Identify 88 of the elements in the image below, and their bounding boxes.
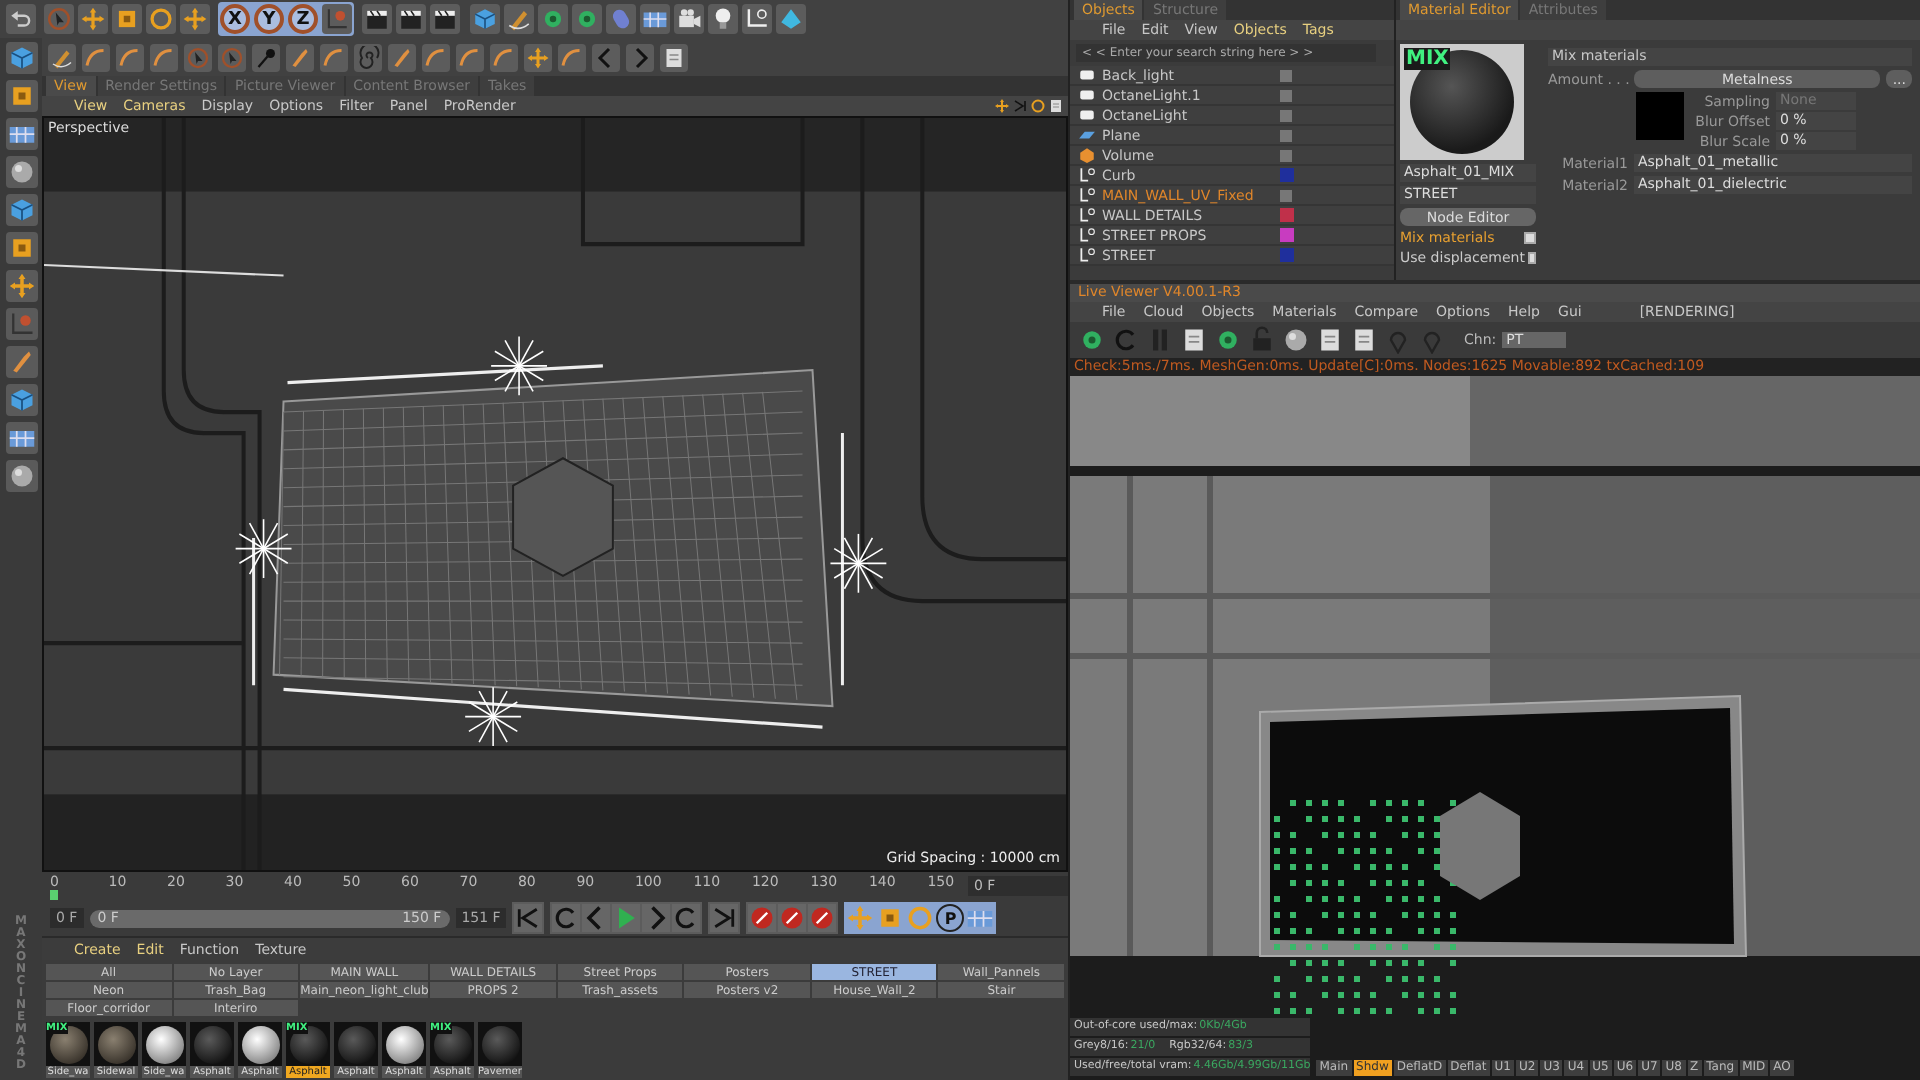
curve-icon[interactable] [150, 43, 178, 71]
material-thumbnail[interactable] [94, 1022, 138, 1066]
channel-checkbox[interactable] [1524, 232, 1536, 244]
gear-icon[interactable] [1214, 326, 1242, 354]
axes-icon[interactable] [5, 308, 37, 340]
brush-icon[interactable] [252, 43, 280, 71]
axis-lock-button[interactable]: Y [254, 4, 284, 34]
material-thumbnail[interactable] [478, 1022, 522, 1066]
cursor-icon[interactable] [184, 43, 212, 71]
scale-icon[interactable] [5, 80, 37, 112]
axis-lock-button[interactable]: Z [288, 4, 318, 34]
knife-icon[interactable] [388, 43, 416, 71]
gear-icon[interactable] [538, 4, 568, 34]
cursor-icon[interactable] [44, 4, 74, 34]
skip-end-icon[interactable] [710, 904, 739, 932]
loop-icon[interactable] [672, 904, 701, 932]
move-icon[interactable] [994, 98, 1010, 114]
move-icon[interactable] [78, 4, 108, 34]
null-icon[interactable] [1078, 206, 1096, 224]
curve-icon[interactable] [456, 43, 484, 71]
chev-l-icon[interactable] [592, 43, 620, 71]
material-preview: MIX [1400, 44, 1524, 160]
camera-icon[interactable] [674, 4, 704, 34]
curve-icon[interactable] [320, 43, 348, 71]
skip-start-icon[interactable] [514, 904, 543, 932]
axes-icon[interactable] [322, 4, 352, 34]
null-icon[interactable] [1078, 186, 1096, 204]
floor-icon[interactable] [742, 4, 772, 34]
bulb-icon[interactable] [708, 4, 738, 34]
grid-icon[interactable] [5, 118, 37, 150]
grid-icon[interactable] [5, 422, 37, 454]
pen-icon[interactable] [48, 43, 76, 71]
undo-icon[interactable] [6, 4, 36, 34]
curve-icon[interactable] [558, 43, 586, 71]
scale-icon[interactable] [112, 4, 142, 34]
material-thumbnail[interactable] [382, 1022, 426, 1066]
texture-swatch [1636, 92, 1684, 140]
null-icon[interactable] [1078, 246, 1096, 264]
loop-icon[interactable] [552, 904, 581, 932]
null-icon[interactable] [1078, 226, 1096, 244]
move-icon[interactable] [5, 270, 37, 302]
scale-icon[interactable] [5, 232, 37, 264]
doc-icon[interactable] [1350, 326, 1378, 354]
doc-icon[interactable] [1048, 98, 1064, 114]
play-icon[interactable] [612, 904, 641, 932]
curve-icon[interactable] [490, 43, 518, 71]
clapper-icon[interactable] [396, 4, 426, 34]
clapper-icon[interactable] [362, 4, 392, 34]
curve-icon[interactable] [422, 43, 450, 71]
scale-icon[interactable] [876, 904, 905, 932]
sphere-icon[interactable] [1282, 326, 1310, 354]
cube-icon[interactable] [5, 194, 37, 226]
gear-icon[interactable] [572, 4, 602, 34]
material-thumbnail[interactable] [334, 1022, 378, 1066]
axis-lock-button[interactable]: X [220, 4, 250, 34]
material-thumbnail[interactable] [190, 1022, 234, 1066]
cursor-icon[interactable] [218, 43, 246, 71]
record-icon[interactable] [778, 904, 807, 932]
clapper-icon[interactable] [430, 4, 460, 34]
material-thumbnail[interactable] [238, 1022, 282, 1066]
move-icon[interactable] [524, 43, 552, 71]
material-thumbnail[interactable] [142, 1022, 186, 1066]
gear-icon[interactable] [1078, 326, 1106, 354]
doc-icon[interactable] [660, 43, 688, 71]
knife-icon[interactable] [5, 346, 37, 378]
pen-icon[interactable] [504, 4, 534, 34]
curve-icon[interactable] [82, 43, 110, 71]
param-key-button[interactable]: P [936, 904, 965, 932]
sphere-icon[interactable] [5, 156, 37, 188]
cube-icon[interactable] [5, 384, 37, 416]
visibility-toggle[interactable] [1280, 189, 1292, 201]
cube-icon[interactable] [470, 4, 500, 34]
curve-icon[interactable] [116, 43, 144, 71]
record-icon[interactable] [808, 904, 837, 932]
channel-checkbox[interactable] [1528, 252, 1536, 264]
grid-icon[interactable] [640, 4, 670, 34]
knife-icon[interactable] [286, 43, 314, 71]
chev-l-icon[interactable] [582, 904, 611, 932]
sphere-icon[interactable] [5, 460, 37, 492]
move-icon[interactable] [180, 4, 210, 34]
doc-icon[interactable] [1180, 326, 1208, 354]
rotate-icon[interactable] [1030, 98, 1046, 114]
null-icon[interactable] [1078, 166, 1096, 184]
record-icon[interactable] [748, 904, 777, 932]
doc-icon[interactable] [1316, 326, 1344, 354]
rotate-icon[interactable] [146, 4, 176, 34]
cube-icon[interactable] [5, 42, 37, 74]
chev-r-icon[interactable] [642, 904, 671, 932]
